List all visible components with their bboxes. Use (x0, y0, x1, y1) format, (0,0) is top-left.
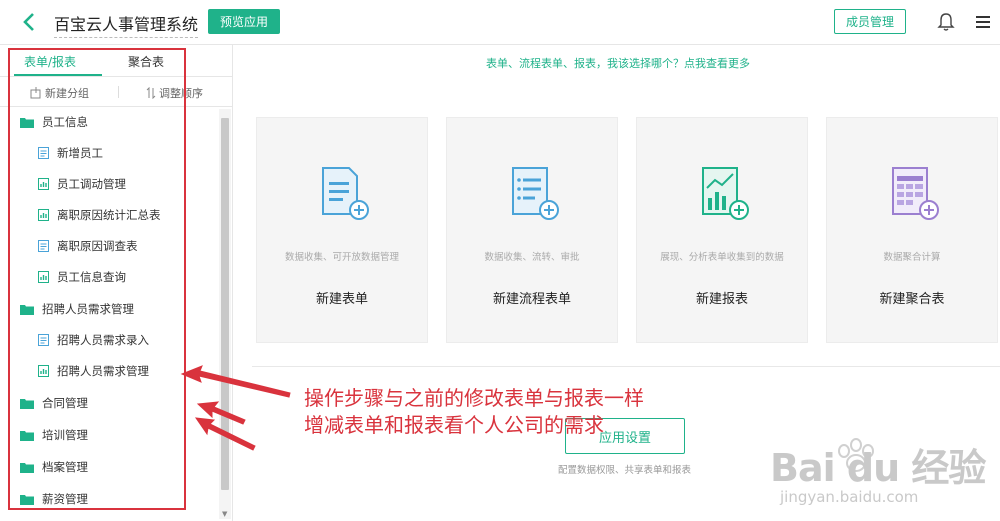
new-flow-form-card[interactable]: 数据收集、流转、审批 新建流程表单 (446, 117, 618, 343)
annotation-line-2: 增减表单和报表看个人公司的需求 (304, 413, 604, 437)
card-description: 展现、分析表单收集到的数据 (660, 252, 784, 263)
app-title[interactable]: 百宝云人事管理系统 (54, 11, 199, 38)
watermark-text: Bai du 经验 (770, 446, 986, 490)
card-title: 新建报表 (695, 292, 748, 307)
annotation-highlight-box (8, 48, 186, 510)
preview-app-button[interactable]: 预览应用 (208, 9, 280, 34)
sidebar-scrollbar-thumb[interactable] (221, 118, 229, 490)
member-management-button[interactable]: 成员管理 (834, 9, 906, 34)
section-divider (252, 366, 1000, 367)
card-title: 新建聚合表 (879, 292, 945, 307)
new-report-card[interactable]: 展现、分析表单收集到的数据 新建报表 (636, 117, 808, 343)
hamburger-menu-icon[interactable] (976, 15, 990, 29)
new-aggregate-card[interactable]: 数据聚合计算 新建聚合表 (826, 117, 998, 343)
aggregate-add-icon (892, 167, 939, 220)
card-title: 新建表单 (315, 292, 368, 307)
new-form-card[interactable]: 数据收集、可开放数据管理 新建表单 (256, 117, 428, 343)
top-bar: 百宝云人事管理系统 预览应用 成员管理 (0, 0, 1000, 45)
card-description: 数据收集、可开放数据管理 (284, 252, 399, 263)
scroll-down-arrow-icon[interactable]: ▼ (222, 510, 227, 518)
bell-icon[interactable] (937, 12, 955, 32)
card-title: 新建流程表单 (492, 292, 571, 307)
card-description: 数据收集、流转、审批 (484, 252, 580, 263)
form-add-icon (322, 167, 369, 220)
card-description: 数据聚合计算 (883, 252, 941, 263)
watermark-url: jingyan.baidu.com (780, 488, 919, 506)
app-settings-description: 配置数据权限、共享表单和报表 (558, 465, 692, 476)
report-add-icon (702, 167, 749, 220)
back-arrow-icon[interactable] (18, 10, 42, 34)
help-link[interactable]: 表单、流程表单、报表，我该选择哪个？点我查看更多 (486, 55, 750, 71)
annotation-line-1: 操作步骤与之前的修改表单与报表一样 (304, 386, 644, 410)
flow-form-add-icon (512, 167, 559, 220)
